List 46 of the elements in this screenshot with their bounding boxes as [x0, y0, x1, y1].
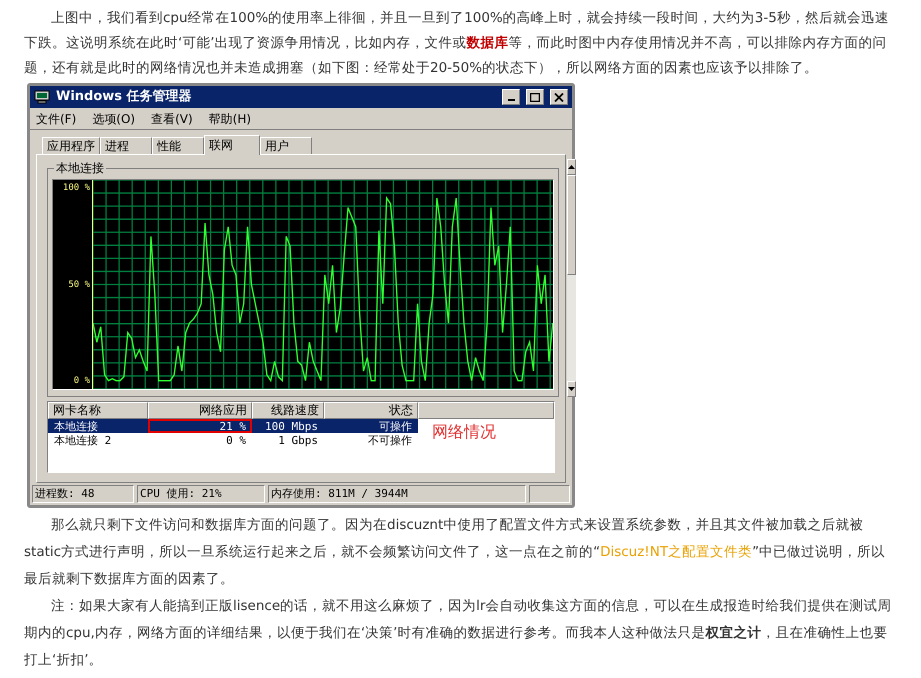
table-cell-text: 0 %	[225, 433, 247, 447]
maximize-button[interactable]	[526, 89, 544, 105]
menu-item[interactable]: 帮助(H)	[208, 110, 252, 128]
status-field: 内存使用: 811M / 3944M	[268, 485, 526, 503]
tab[interactable]: 性能	[152, 137, 204, 154]
menu-item[interactable]: 文件(F)	[36, 110, 76, 128]
status-field: 进程数: 48	[32, 485, 134, 503]
group-label: 本地连接	[54, 161, 106, 175]
window-title: Windows 任务管理器	[56, 88, 193, 106]
tab[interactable]: 联网	[204, 135, 260, 155]
maximize-icon	[530, 92, 540, 102]
adapter-row[interactable]: 本地连接 2 0 % 1 Gbps 不可操作	[48, 433, 418, 447]
menu-item[interactable]: 查看(V)	[151, 110, 193, 128]
table-cell-text: 1 Gbps	[277, 433, 319, 447]
axis-label: 50 %	[68, 280, 90, 290]
close-button[interactable]	[550, 89, 568, 105]
table-cell-text: 可操作	[378, 419, 413, 433]
table-cell-text: 100 Mbps	[264, 419, 319, 433]
table-cell-text: 本地连接	[53, 419, 99, 433]
table-cell-text: 本地连接 2	[53, 433, 112, 447]
intro-paragraph: 上图中，我们看到cpu经常在100%的使用率上徘徊，并且一旦到了100%的高峰上时，就会持续一段时间，大约为3-5秒，然后就会迅速下跌。这说明系统在此时‘可能’出现了资源争用情况，比如内存，文件或数据库等，而此时图中内存使用情况并不高，可以排除内存方面的问题，还有就是此时的网络情况也并未造成拥塞（如下图：经常处于20-50%的状态下），所以网络方面的因素也应该予以排除了。	[23, 9, 890, 78]
tab[interactable]: 应用程序	[42, 137, 100, 154]
tab[interactable]: 进程	[100, 137, 152, 154]
close-icon	[554, 92, 564, 102]
tab[interactable]: 用户	[260, 137, 312, 154]
table-cell-text: 不可操作	[367, 433, 413, 447]
menu-item[interactable]: 选项(O)	[92, 110, 136, 128]
column-header[interactable]: 线路速度	[252, 402, 324, 419]
minimize-button[interactable]	[502, 89, 520, 105]
scroll-up-icon	[568, 165, 575, 169]
adapter-row[interactable]: 本地连接 21 % 100 Mbps 可操作	[48, 419, 418, 433]
column-header[interactable]: 网卡名称	[48, 402, 148, 419]
scroll-down-icon	[568, 387, 575, 391]
body-paragraph: 那么就只剩下文件访问和数据库方面的问题了。因为在discuznt中使用了配置文件方式来设置系统参数，并且其文件被加载之后就被static方式进行声明，所以一旦系统运行起来之后，就不会频繁访问文件了，这一点在之前的“Discuz!NT之配置文件类”中已做过说明，所以最后就剩下数据库方面的因素了。	[23, 516, 886, 589]
column-header[interactable]: 网络应用	[148, 402, 252, 419]
column-header[interactable]: 状态	[324, 402, 418, 419]
axis-label: 100 %	[62, 183, 90, 194]
table-cell: 21 %	[148, 419, 252, 433]
axis-label: 0 %	[74, 376, 90, 386]
note-paragraph: 注：如果大家有人能搞到正版lisence的话，就不用这么麻烦了，因为lr会自动收集这方面的信息，可以在生成报造时给我们提供在测试周期内的cpu,内存，网络方面的详细结果，以便于我们在‘决策’时有准确的数据进行参考。而我本人这种做法只是权宜之计，且在准确性上也要打上‘折扣’。	[23, 597, 892, 670]
scrollbar[interactable]	[566, 159, 576, 397]
status-panel	[529, 485, 570, 503]
monitor-icon	[34, 90, 50, 104]
minimize-icon	[508, 99, 514, 101]
status-field: CPU 使用: 21%	[137, 485, 265, 503]
annotation-label: 网络情况	[432, 422, 496, 442]
